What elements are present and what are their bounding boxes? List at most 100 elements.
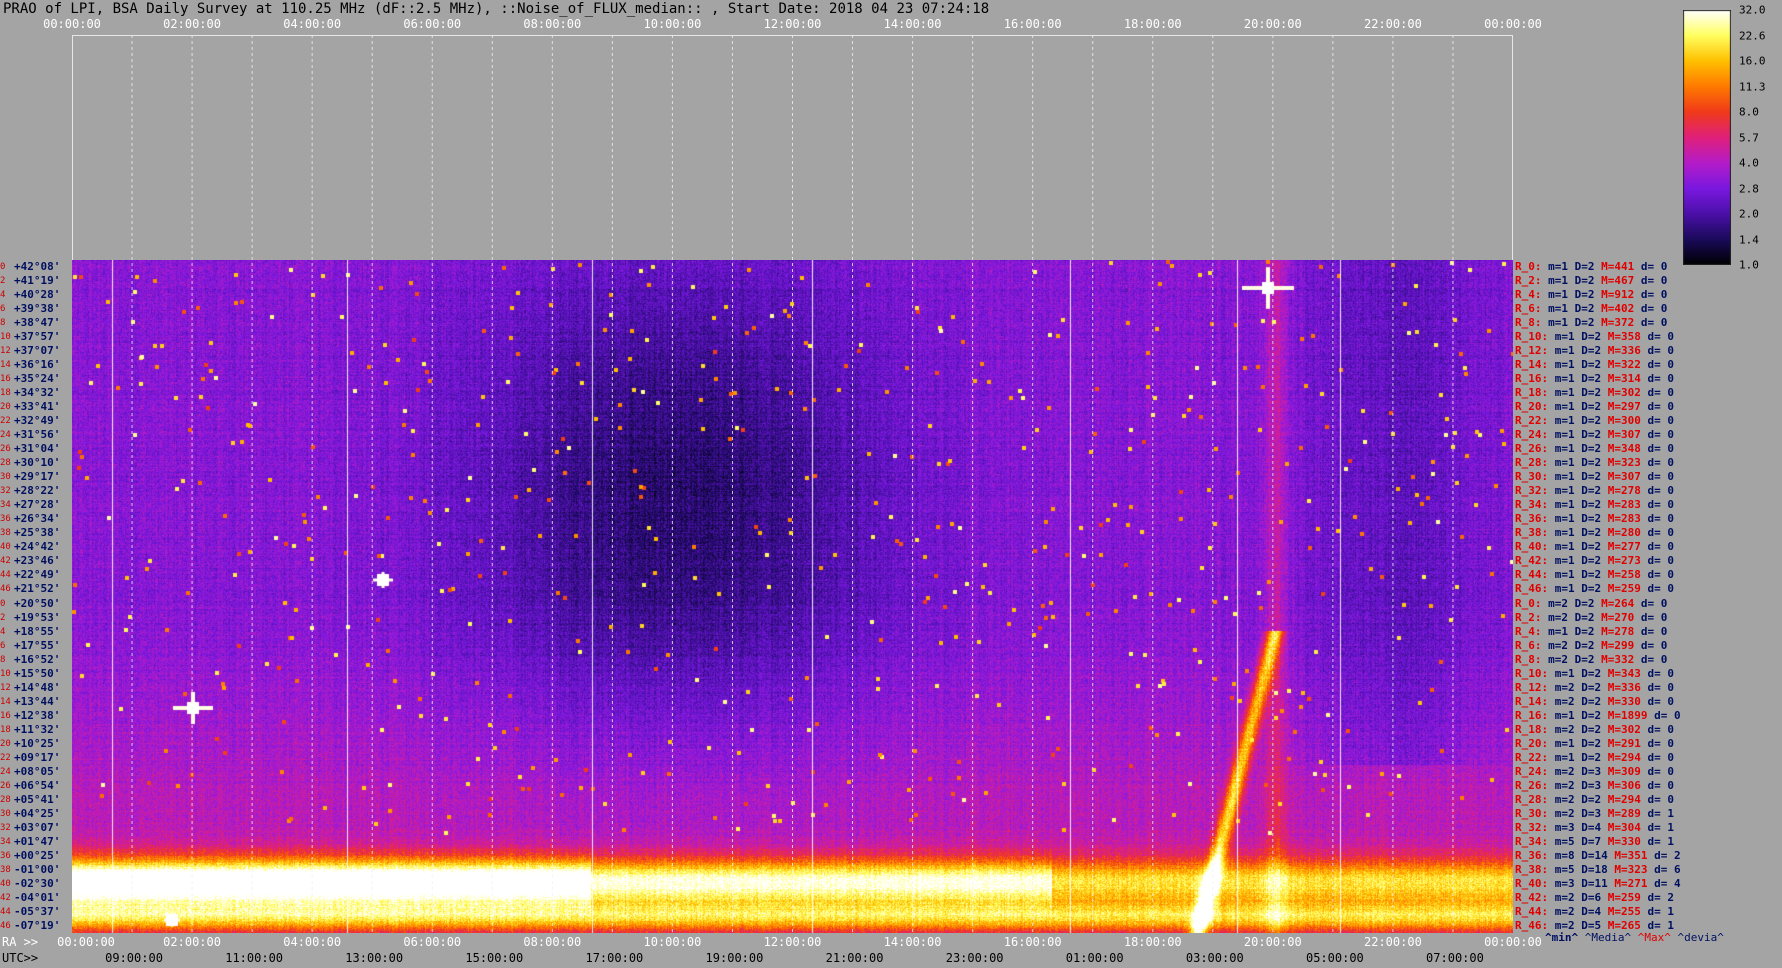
declination-label: +31°04': [14, 442, 61, 456]
declination-index: 24: [0, 766, 11, 777]
stats-d: d= 0: [1640, 596, 1668, 610]
stats-x: M=280: [1607, 526, 1641, 540]
stats-row: R_38: m=1 D=2 M=280 d= 0: [1515, 526, 1674, 540]
declination-label: -02°30': [14, 876, 61, 890]
top-ra-tick: 02:00:00: [163, 17, 221, 31]
top-ra-tick: 10:00:00: [643, 17, 702, 31]
stats-x: M=302: [1607, 386, 1641, 400]
stats-x: M=255: [1607, 904, 1641, 918]
stats-d: d= 0: [1640, 288, 1668, 302]
declination-label: +11°32': [14, 722, 61, 736]
stats-row: R_22: m=1 D=2 M=294 d= 0: [1515, 751, 1674, 765]
stats-row: R_32: m=3 D=4 M=304 d= 1: [1515, 821, 1674, 835]
colorbar-tick: 4.0: [1739, 156, 1759, 170]
stats-x: M=271: [1614, 876, 1648, 890]
stats-r: R_38:: [1515, 526, 1549, 540]
stats-row: R_8: m=2 D=2 M=332 d= 0: [1515, 653, 1667, 667]
stats-r: R_46:: [1515, 582, 1549, 596]
stats-m: m=1 D=2: [1554, 582, 1602, 596]
stats-d: d= 0: [1647, 470, 1674, 484]
top-ra-tick: 04:00:00: [283, 17, 342, 31]
declination-label: +25°38': [14, 526, 61, 540]
stats-d: d= 2: [1647, 890, 1674, 904]
declination-row: 26 +31°04': [0, 442, 72, 456]
stats-m: m=1 D=2: [1554, 512, 1602, 526]
stats-m: m=2 D=2: [1554, 680, 1602, 694]
stats-r: R_40:: [1515, 540, 1549, 554]
declination-label: +34°32': [14, 386, 61, 400]
bottom-ra-tick: 02:00:00: [163, 935, 221, 949]
stats-d: d= 0: [1647, 554, 1674, 568]
stats-row: R_0: m=2 D=2 M=264 d= 0: [1515, 597, 1667, 611]
declination-index: 2: [0, 276, 6, 287]
stats-x: M=258: [1607, 568, 1641, 582]
declination-row: 22 +32°49': [0, 414, 72, 428]
stats-r: R_10:: [1515, 666, 1549, 680]
declination-label: +23°46': [14, 554, 61, 568]
stats-m: m=1 D=2: [1554, 344, 1602, 358]
stats-m: m=2 D=3: [1554, 806, 1602, 820]
colorbar-tick: 32.0: [1739, 3, 1766, 17]
stats-d: d= 1: [1647, 820, 1674, 834]
chart-title: PRAO of LPI, BSA Daily Survey at 110.25 …: [3, 1, 990, 17]
bottom-utc-tick: 11:00:00: [225, 951, 284, 965]
stats-r: R_16:: [1515, 708, 1549, 722]
stats-m: m=1 D=2: [1554, 526, 1602, 540]
stats-row: R_4: m=1 D=2 M=912 d= 0: [1515, 288, 1667, 302]
stats-row: R_16: m=1 D=2 M=1899 d= 0: [1515, 709, 1681, 723]
bottom-utc-tick: 09:00:00: [105, 951, 163, 965]
stats-d: d= 0: [1640, 624, 1668, 638]
stats-r: R_8:: [1515, 652, 1542, 666]
stats-r: R_18:: [1515, 386, 1549, 400]
stats-x: M=336: [1607, 680, 1641, 694]
declination-row: 18 +11°32': [0, 723, 72, 737]
stats-row: R_28: m=1 D=2 M=323 d= 0: [1515, 456, 1674, 470]
stats-r: R_24:: [1515, 428, 1549, 442]
stats-r: R_36:: [1515, 512, 1549, 526]
colorbar-tick: 11.3: [1739, 80, 1766, 93]
stats-r: R_20:: [1515, 400, 1549, 414]
declination-index: 8: [0, 318, 6, 329]
stats-x: M=259: [1607, 582, 1641, 596]
declination-label: +28°22': [14, 484, 61, 498]
declination-index: 44: [0, 906, 11, 917]
declination-index: 44: [0, 570, 11, 581]
stats-m: m=1 D=2: [1554, 456, 1602, 470]
stats-r: R_4:: [1515, 624, 1542, 638]
stats-r: R_32:: [1515, 820, 1549, 834]
stats-d: d= 2: [1654, 848, 1681, 862]
declination-label: -01°00': [14, 862, 61, 876]
declination-index: 30: [0, 472, 11, 483]
top-ra-tick: 12:00:00: [763, 17, 822, 31]
declination-index: 34: [0, 500, 11, 511]
stats-x: M=291: [1607, 736, 1641, 750]
declination-index: 36: [0, 850, 11, 861]
bottom-utc-tick: 15:00:00: [465, 951, 524, 965]
stats-x: M=278: [1607, 484, 1641, 498]
stats-row: R_38: m=5 D=18 M=323 d= 6: [1515, 863, 1681, 877]
declination-index: 20: [0, 402, 11, 413]
declination-row: 46 -07°19': [0, 919, 72, 933]
top-ra-tick: 00:00:00: [1484, 17, 1542, 31]
stats-row: R_44: m=2 D=4 M=255 d= 1: [1515, 905, 1674, 919]
declination-label: +17°55': [14, 638, 61, 652]
declination-label: +30°10': [14, 456, 61, 470]
bottom-ra-tick: 22:00:00: [1364, 935, 1422, 949]
stats-m: m=1 D=2: [1554, 414, 1602, 428]
stats-d: d= 0: [1647, 582, 1674, 596]
stats-r: R_10:: [1515, 330, 1549, 344]
declination-label: +42°08': [14, 260, 61, 273]
declination-index: 32: [0, 822, 11, 833]
declination-row: 28 +05°41': [0, 793, 72, 807]
stats-r: R_18:: [1515, 722, 1549, 736]
declination-index: 0: [0, 598, 6, 609]
stats-x: M=336: [1607, 344, 1641, 358]
stats-m: m=1 D=2: [1554, 554, 1602, 568]
declination-row: 16 +35°24': [0, 372, 72, 386]
declination-label: +01°47': [14, 834, 61, 848]
stats-r: R_6:: [1515, 638, 1542, 652]
stats-d: d= 0: [1647, 736, 1674, 750]
top-ra-tick: 18:00:00: [1123, 17, 1182, 31]
stats-row: R_42: m=1 D=2 M=273 d= 0: [1515, 554, 1674, 568]
declination-row: 24 +08°05': [0, 765, 72, 779]
